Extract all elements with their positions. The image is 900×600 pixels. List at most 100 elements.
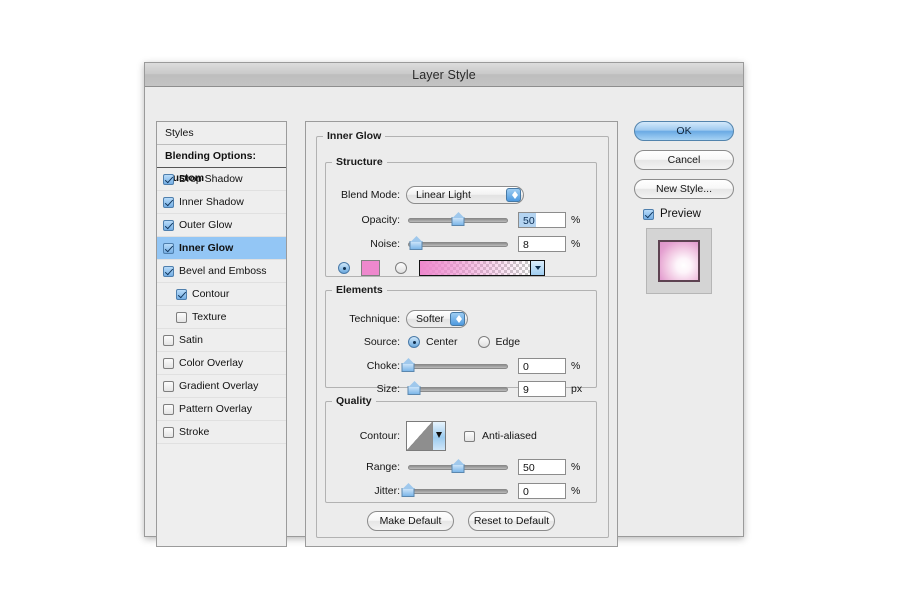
choke-slider-thumb[interactable] [401, 358, 415, 372]
style-row-gradient-overlay[interactable]: Gradient Overlay [157, 375, 286, 398]
style-label: Texture [192, 311, 227, 323]
range-slider-thumb[interactable] [451, 459, 465, 473]
style-checkbox[interactable] [163, 334, 174, 346]
reset-to-default-button[interactable]: Reset to Default [468, 511, 555, 531]
size-slider[interactable] [407, 381, 508, 396]
blending-options-row[interactable]: Blending Options: Custom [157, 145, 286, 184]
style-label: Inner Shadow [179, 196, 244, 208]
blend-mode-select[interactable]: Linear Light [406, 186, 524, 204]
noise-slider-thumb[interactable] [409, 236, 423, 250]
range-input[interactable]: 50 [518, 459, 566, 475]
opacity-input[interactable]: 50 [518, 212, 566, 228]
jitter-slider-track [408, 488, 508, 494]
style-row-satin[interactable]: Satin [157, 329, 286, 352]
style-row-stroke[interactable]: Stroke [157, 421, 286, 444]
gradient-dropdown-icon[interactable] [530, 261, 544, 275]
ok-button[interactable]: OK [634, 121, 734, 141]
noise-unit: % [571, 238, 581, 250]
gradient-picker[interactable] [419, 260, 545, 276]
choke-slider[interactable] [401, 358, 508, 373]
technique-row: Technique: Softer [334, 310, 590, 328]
jitter-slider[interactable] [401, 483, 508, 498]
style-checkbox[interactable] [163, 380, 174, 392]
styles-list-panel: Styles Blending Options: Custom Drop Sha… [156, 121, 287, 547]
jitter-label: Jitter: [374, 485, 400, 497]
style-checkbox[interactable] [163, 173, 174, 185]
range-unit: % [571, 461, 581, 473]
quality-group: Quality Contour: Anti-aliased Range: 50 … [325, 395, 597, 503]
preview-swatch-icon [658, 240, 700, 282]
style-checkbox[interactable] [163, 242, 174, 254]
range-label: Range: [366, 461, 400, 473]
choke-label: Choke: [366, 360, 400, 372]
size-slider-thumb[interactable] [407, 381, 421, 395]
style-row-inner-shadow[interactable]: Inner Shadow [157, 191, 286, 214]
style-label: Gradient Overlay [179, 380, 259, 392]
technique-value: Softer [416, 313, 445, 325]
contour-picker[interactable] [406, 421, 446, 451]
style-checkbox[interactable] [163, 265, 174, 277]
cancel-button[interactable]: Cancel [634, 150, 734, 170]
blend-mode-row: Blend Mode: Linear Light [334, 186, 590, 204]
glow-color-swatch[interactable] [361, 260, 380, 276]
style-label: Satin [179, 334, 203, 346]
preview-checkbox[interactable] [643, 208, 654, 220]
size-label: Size: [376, 383, 400, 395]
contour-row: Contour: Anti-aliased [334, 421, 590, 451]
anti-aliased-checkbox[interactable] [464, 430, 475, 442]
style-checkbox[interactable] [163, 219, 174, 231]
contour-dropdown-icon[interactable] [432, 422, 445, 450]
noise-slider[interactable] [408, 236, 508, 251]
style-row-color-overlay[interactable]: Color Overlay [157, 352, 286, 375]
style-checkbox[interactable] [163, 426, 174, 438]
fill-gradient-radio[interactable] [395, 262, 407, 274]
source-row: Source: Center Edge [334, 336, 590, 348]
style-row-contour[interactable]: Contour [157, 283, 286, 306]
make-default-button[interactable]: Make Default [367, 511, 454, 531]
style-row-texture[interactable]: Texture [157, 306, 286, 329]
source-center-radio[interactable] [408, 336, 420, 348]
fill-color-radio[interactable] [338, 262, 350, 274]
opacity-unit: % [571, 214, 581, 226]
style-checkbox[interactable] [163, 357, 174, 369]
source-label: Source: [363, 336, 400, 348]
opacity-row: Opacity: 50 % [334, 212, 590, 228]
layer-style-dialog: Layer Style Styles Blending Options: Cus… [144, 62, 744, 547]
contour-label: Contour: [359, 430, 400, 442]
preview-thumbnail [646, 228, 712, 294]
dialog-title: Layer Style [412, 67, 476, 82]
jitter-slider-thumb[interactable] [401, 483, 415, 497]
style-checkbox[interactable] [163, 403, 174, 415]
technique-select[interactable]: Softer [406, 310, 468, 328]
default-buttons-row: Make Default Reset to Default [367, 511, 555, 531]
style-row-bevel-and-emboss[interactable]: Bevel and Emboss [157, 260, 286, 283]
source-edge-label: Edge [495, 336, 521, 348]
elements-group: Elements Technique: Softer Source: Cente… [325, 284, 597, 397]
elements-group-title: Elements [336, 284, 383, 296]
styles-header: Styles [157, 122, 286, 145]
style-checkbox[interactable] [176, 288, 187, 300]
noise-input[interactable]: 8 [518, 236, 566, 252]
range-slider[interactable] [408, 459, 508, 474]
style-label: Outer Glow [179, 219, 233, 231]
updown-arrows-icon [450, 312, 465, 326]
preview-label: Preview [660, 208, 701, 220]
styles-items-container: Drop Shadow Inner Shadow Outer Glow Inner G… [157, 168, 286, 444]
noise-label: Noise: [370, 238, 400, 250]
noise-slider-track [408, 241, 508, 247]
new-style-button[interactable]: New Style... [634, 179, 734, 199]
opacity-slider[interactable] [408, 212, 508, 227]
style-row-inner-glow[interactable]: Inner Glow [157, 237, 286, 260]
source-edge-radio[interactable] [477, 336, 490, 348]
style-checkbox[interactable] [176, 311, 187, 323]
style-row-outer-glow[interactable]: Outer Glow [157, 214, 286, 237]
style-checkbox[interactable] [163, 196, 174, 208]
choke-input[interactable]: 0 [518, 358, 566, 374]
style-label: Bevel and Emboss [179, 265, 267, 277]
style-row-pattern-overlay[interactable]: Pattern Overlay [157, 398, 286, 421]
jitter-input[interactable]: 0 [518, 483, 566, 499]
style-label: Inner Glow [179, 242, 234, 254]
inner-glow-group: Inner Glow Structure Blend Mode: Linear … [316, 130, 609, 538]
noise-row: Noise: 8 % [334, 236, 590, 252]
opacity-slider-thumb[interactable] [451, 212, 465, 226]
